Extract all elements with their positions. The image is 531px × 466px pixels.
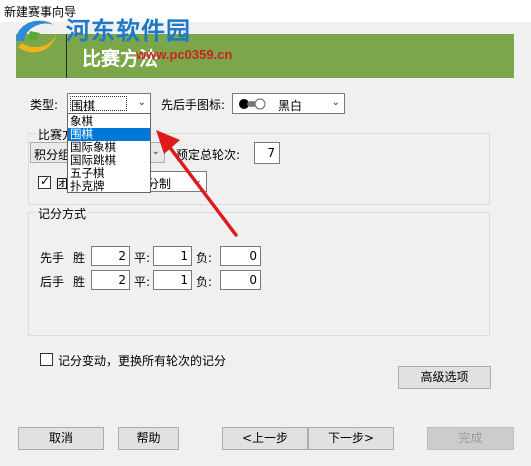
chevron-down-icon: ⌄ [331, 97, 340, 108]
first-move-icon-value: 黑白 [278, 99, 303, 113]
watermark-url: www.pc0359.cn [136, 47, 233, 62]
match-method-value: 积分组 [34, 148, 71, 162]
type-option-poker[interactable]: 扑克牌 [68, 180, 150, 193]
type-label: 类型: [30, 98, 59, 112]
first-move-icon-select[interactable]: 黑白 ⌄ [232, 93, 345, 114]
second-draw-input[interactable]: 1 [153, 270, 192, 290]
type-select-value: 围棋 [71, 99, 96, 113]
finish-button[interactable]: 完成 [427, 427, 514, 450]
cancel-button[interactable]: 取消 [18, 427, 104, 450]
second-player-label: 后手 [40, 275, 65, 289]
prev-button[interactable]: <上一步 [222, 427, 308, 450]
watermark-name: 河东软件园 [66, 17, 191, 45]
score-change-checkbox[interactable] [40, 353, 53, 366]
draw-label: 平: [134, 251, 151, 265]
first-draw-input[interactable]: 1 [153, 246, 192, 266]
score-change-label: 记分变动，更换所有轮次的记分 [58, 354, 227, 368]
checkmark-icon: ✓ [40, 174, 51, 188]
draw-label: 平: [134, 275, 151, 289]
win-label: 胜 [73, 251, 86, 265]
watermark-logo-icon [16, 20, 56, 53]
help-button[interactable]: 帮助 [118, 427, 179, 450]
rounds-input[interactable]: 7 [254, 142, 280, 164]
black-white-stones-icon [239, 98, 266, 110]
first-move-icon-label: 先后手图标: [161, 98, 226, 112]
annotation-arrow-icon [156, 130, 238, 237]
type-select[interactable]: 围棋 ⌄ [67, 93, 151, 114]
first-lose-input[interactable]: 0 [220, 246, 261, 266]
chevron-down-icon: ⌄ [137, 97, 146, 108]
advanced-options-button[interactable]: 高级选项 [398, 366, 491, 389]
score-group-title: 记分方式 [36, 205, 89, 222]
lose-label: 负: [196, 251, 213, 265]
first-win-input[interactable]: 2 [91, 246, 130, 266]
next-button[interactable]: 下一步> [308, 427, 394, 450]
team-checkbox[interactable]: ✓ [38, 174, 51, 189]
win-label: 胜 [73, 275, 86, 289]
lose-label: 负: [196, 275, 213, 289]
second-lose-input[interactable]: 0 [220, 270, 261, 290]
second-win-input[interactable]: 2 [91, 270, 130, 290]
type-dropdown-list[interactable]: 象棋 围棋 国际象棋 国际跳棋 五子棋 扑克牌 [67, 113, 151, 193]
first-player-label: 先手 [40, 251, 65, 265]
